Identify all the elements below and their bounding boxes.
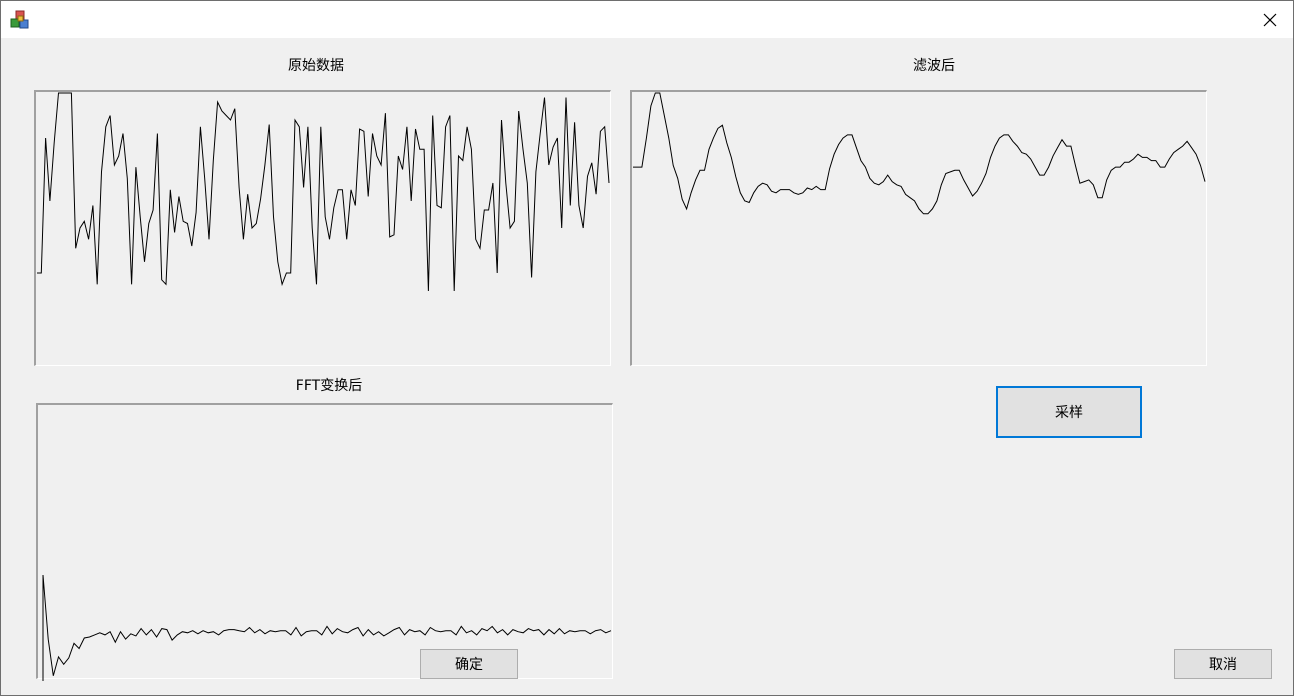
- fft-series-line: [42, 574, 612, 676]
- raw-data-plot: [34, 90, 611, 366]
- raw-data-series-line: [37, 92, 610, 292]
- filtered-series-line: [633, 92, 1206, 215]
- ok-button[interactable]: 确定: [420, 649, 518, 679]
- sample-button[interactable]: 采样: [996, 386, 1142, 438]
- close-button[interactable]: [1247, 1, 1293, 38]
- fft-label: FFT变换后: [295, 378, 363, 394]
- dialog-window: 原始数据 滤波后 FFT变换后 采样 确定 取消: [0, 0, 1294, 696]
- raw-data-label: 原始数据: [288, 58, 344, 74]
- raw-data-chart: [37, 92, 610, 292]
- filtered-chart: [633, 92, 1206, 215]
- fft-chart: [42, 574, 612, 681]
- fft-plot: [36, 403, 613, 681]
- app-cubes-icon: [10, 10, 30, 30]
- filtered-plot: [630, 90, 1207, 366]
- cancel-button[interactable]: 取消: [1174, 649, 1272, 679]
- filtered-label: 滤波后: [913, 58, 955, 74]
- title-bar[interactable]: [1, 1, 1293, 38]
- close-icon: [1263, 13, 1277, 26]
